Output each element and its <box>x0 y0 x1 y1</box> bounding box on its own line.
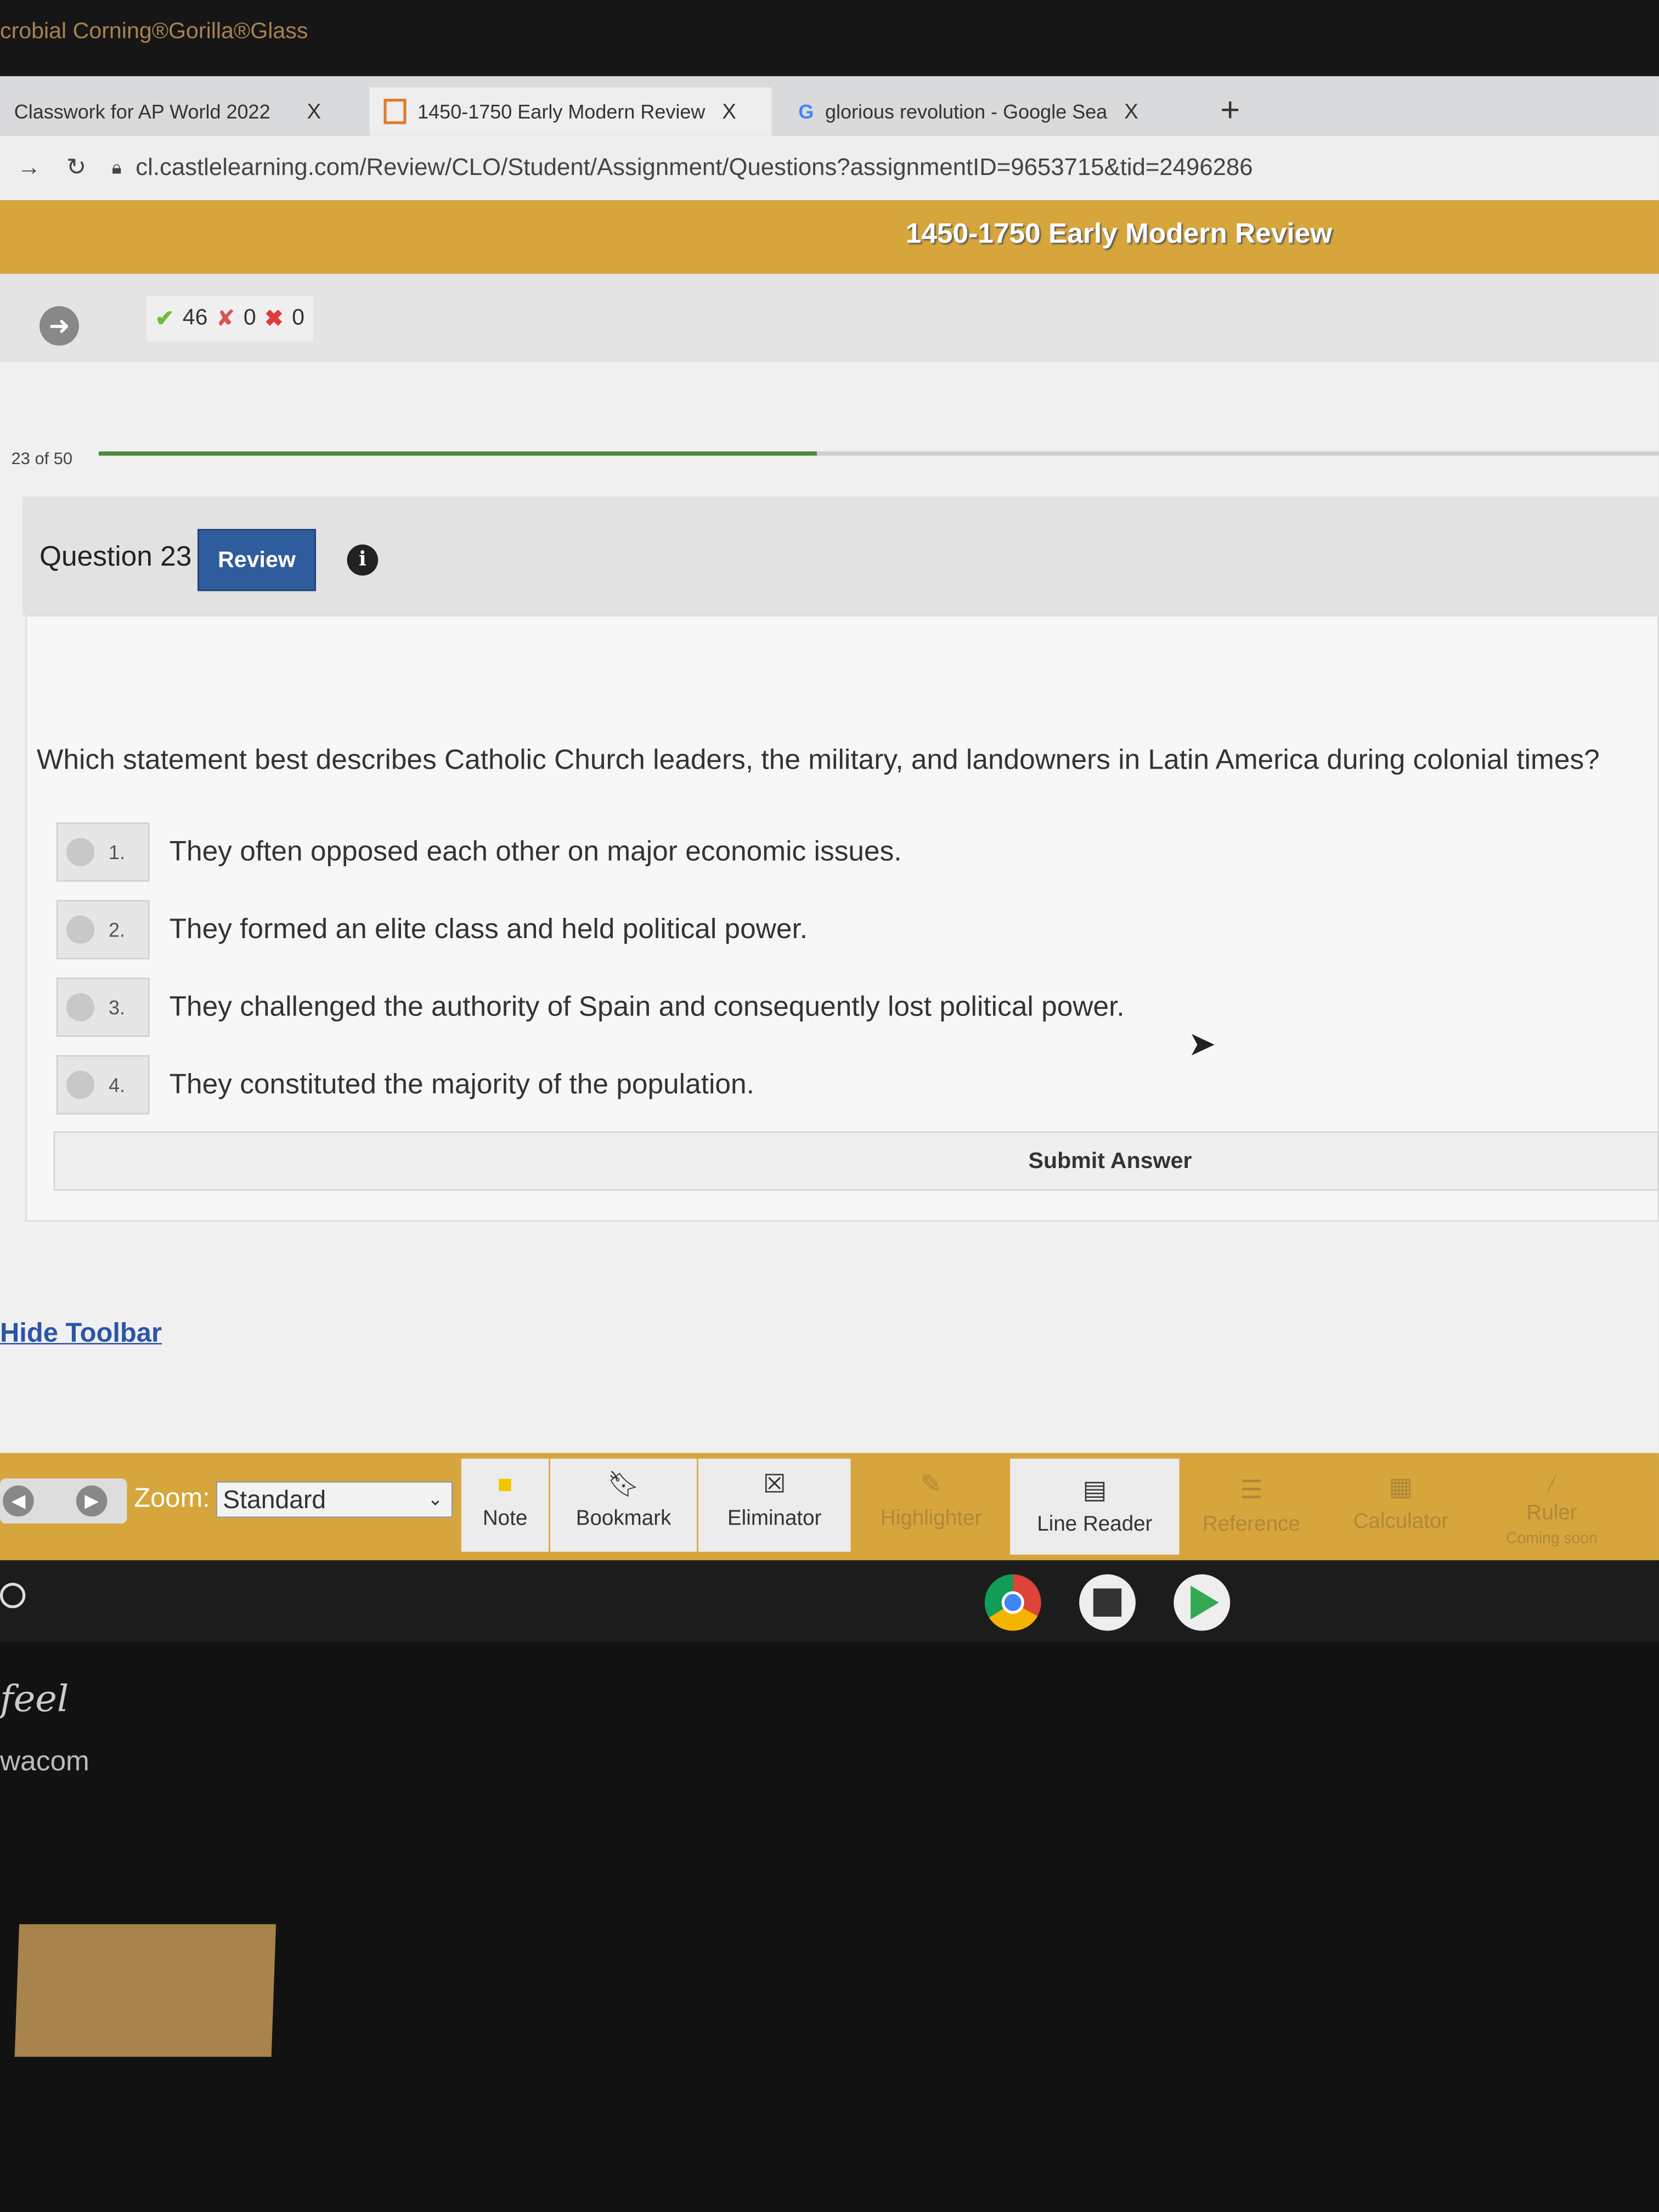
reference-tool[interactable]: ☰ Reference <box>1185 1459 1318 1552</box>
tab-label: 1450-1750 Early Modern Review <box>417 100 706 123</box>
question-title: Question 23 <box>39 541 192 573</box>
highlighter-tool[interactable]: ✎ Highlighter <box>857 1459 1004 1552</box>
tool-label: Eliminator <box>727 1506 822 1531</box>
tool-label: Highlighter <box>880 1506 982 1531</box>
review-button[interactable]: Review <box>197 529 316 591</box>
prev-arrow-button[interactable]: ◀ <box>3 1485 34 1517</box>
option-number: 1. <box>108 840 126 864</box>
radio-button[interactable] <box>66 993 95 1022</box>
radio-button[interactable] <box>66 915 95 944</box>
feel-logo: feel <box>0 1678 69 1722</box>
option-number: 2. <box>108 918 126 941</box>
option-text: They formed an elite class and held poli… <box>169 913 808 945</box>
tab-label: Classwork for AP World 2022 <box>14 100 270 123</box>
lock-icon: 🔒︎ <box>111 156 122 178</box>
answer-option-3[interactable]: 3. They challenged the authority of Spai… <box>56 976 1659 1038</box>
assignment-banner: 1450-1750 Early Modern Review <box>0 200 1659 274</box>
reference-icon: ☰ <box>1240 1475 1263 1504</box>
cork-pad <box>14 1924 276 2057</box>
check-icon: ✔ <box>155 307 174 332</box>
question-text: Which statement best describes Catholic … <box>36 744 1600 776</box>
partial-count: 0 <box>243 306 256 330</box>
wacom-logo: wacom <box>0 1746 89 1778</box>
os-shelf <box>0 1560 1659 1643</box>
option-text: They challenged the authority of Spain a… <box>169 991 1125 1022</box>
correct-count: 46 <box>182 306 208 330</box>
submit-label: Submit Answer <box>1028 1149 1192 1174</box>
new-tab-button[interactable]: + <box>1206 87 1254 135</box>
option-text: They often opposed each other on major e… <box>169 836 902 867</box>
tab-label: glorious revolution - Google Sea <box>825 100 1108 123</box>
note-icon: ■ <box>497 1470 513 1498</box>
screen-photo: crobial Corning®Gorilla®Glass Classwork … <box>0 0 1659 2212</box>
assignment-title: 1450-1750 Early Modern Review <box>905 218 1333 250</box>
address-bar: → ↻ 🔒︎ cl.castlelearning.com/Review/CLO/… <box>0 135 1659 201</box>
ruler-tool[interactable]: ╱ Ruler Coming soon <box>1484 1459 1620 1552</box>
tool-label: Line Reader <box>1037 1512 1153 1537</box>
progress-fill <box>98 451 817 456</box>
option-text: They constituted the majority of the pop… <box>169 1068 754 1100</box>
tool-label: Note <box>482 1506 528 1531</box>
chrome-icon[interactable] <box>984 1574 1041 1631</box>
mouse-cursor-icon: ➤ <box>1188 1025 1216 1064</box>
tool-label: Ruler <box>1526 1500 1577 1525</box>
tool-label: Bookmark <box>575 1506 672 1531</box>
tool-label: Reference <box>1202 1512 1300 1537</box>
tool-label: Calculator <box>1353 1509 1449 1534</box>
bookmark-tool[interactable]: 🔖︎ Bookmark <box>550 1458 697 1552</box>
bezel-branding: crobial Corning®Gorilla®Glass <box>0 19 308 44</box>
radio-button[interactable] <box>66 1070 95 1099</box>
option-number: 4. <box>108 1073 126 1096</box>
eliminator-tool[interactable]: ☒ Eliminator <box>698 1458 851 1552</box>
zoom-value: Standard <box>223 1485 326 1514</box>
ruler-icon: ╱ <box>1547 1477 1556 1493</box>
tab-strip: Classwork for AP World 2022 X 1450-1750 … <box>0 76 1659 136</box>
close-tab-icon[interactable]: X <box>1124 99 1138 123</box>
answer-option-4[interactable]: 4. They constituted the majority of the … <box>56 1054 1659 1116</box>
score-summary: ✔ 46 ✘ 0 ✖ 0 <box>146 296 313 342</box>
reload-icon[interactable]: ↻ <box>66 154 87 182</box>
url-field[interactable]: cl.castlelearning.com/Review/CLO/Student… <box>136 154 1252 182</box>
calculator-icon: ▦ <box>1389 1472 1413 1501</box>
close-tab-icon[interactable]: X <box>722 99 736 123</box>
info-icon[interactable]: i <box>347 544 379 576</box>
wrong-icon: ✖ <box>264 307 284 332</box>
chevron-down-icon: ⌄ <box>427 1488 443 1510</box>
play-store-icon[interactable] <box>1173 1574 1231 1631</box>
next-arrow-button[interactable]: ▶ <box>76 1485 108 1517</box>
option-number: 3. <box>108 996 126 1019</box>
zoom-select[interactable]: Standard ⌄ <box>216 1481 453 1518</box>
files-app-icon[interactable] <box>1079 1574 1136 1631</box>
back-arrow-button[interactable]: ➜ <box>39 306 79 346</box>
note-tool[interactable]: ■ Note <box>461 1458 549 1552</box>
close-tab-icon[interactable]: X <box>307 99 321 123</box>
tab-early-modern-review[interactable]: 1450-1750 Early Modern Review X <box>369 87 772 136</box>
partial-icon: ✘ <box>216 307 235 332</box>
bookmark-icon: 🔖︎ <box>607 1470 640 1498</box>
eliminator-icon: ☒ <box>763 1470 786 1498</box>
forward-icon[interactable]: → <box>17 154 41 182</box>
progress-bar <box>98 451 1659 456</box>
highlighter-icon: ✎ <box>920 1470 942 1498</box>
zoom-label: Zoom: <box>134 1484 210 1514</box>
radio-button[interactable] <box>66 838 95 866</box>
tab-classwork[interactable]: Classwork for AP World 2022 X <box>0 87 360 135</box>
line-reader-icon: ▤ <box>1082 1475 1107 1504</box>
question-nav: ◀ ▶ <box>0 1478 127 1524</box>
progress-label: 23 of 50 <box>11 448 73 469</box>
tab-google-search[interactable]: G glorious revolution - Google Sea X <box>785 87 1194 135</box>
answer-option-2[interactable]: 2. They formed an elite class and held p… <box>56 899 1659 961</box>
hide-toolbar-link[interactable]: Hide Toolbar <box>0 1319 162 1350</box>
coming-soon-label: Coming soon <box>1506 1530 1598 1548</box>
calculator-tool[interactable]: ▦ Calculator <box>1333 1459 1469 1552</box>
submit-answer-button[interactable]: Submit Answer <box>53 1131 1659 1191</box>
line-reader-tool[interactable]: ▤ Line Reader <box>1010 1458 1180 1555</box>
castle-favicon-icon <box>383 98 407 125</box>
answer-option-1[interactable]: 1. They often opposed each other on majo… <box>56 821 1659 883</box>
google-icon: G <box>798 100 814 123</box>
launcher-icon[interactable] <box>0 1583 26 1609</box>
wrong-count: 0 <box>292 306 304 330</box>
